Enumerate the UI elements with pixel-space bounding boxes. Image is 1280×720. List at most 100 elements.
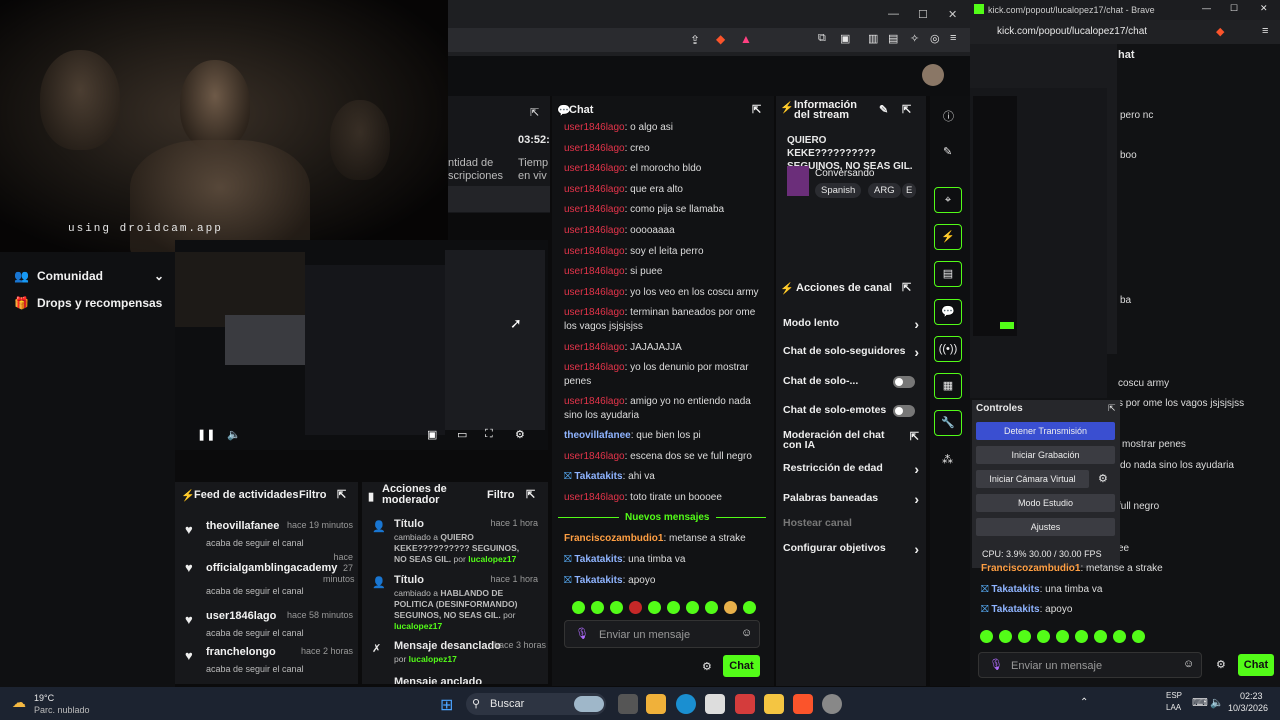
chat-username[interactable]: user1846lago bbox=[564, 246, 625, 257]
emote-icon[interactable] bbox=[724, 601, 737, 614]
send-chat-button[interactable]: Chat bbox=[1238, 654, 1274, 676]
close-icon[interactable]: ✕ bbox=[948, 8, 957, 21]
extension-icon[interactable]: ⧉ bbox=[818, 32, 826, 45]
emote-icon[interactable] bbox=[999, 630, 1012, 643]
folder-icon[interactable] bbox=[764, 694, 784, 714]
chat-username[interactable]: user1846lago bbox=[564, 307, 625, 318]
popout-icon[interactable]: ⇱ bbox=[902, 281, 911, 294]
brave-shield-icon[interactable]: ◆ bbox=[716, 32, 725, 46]
host-channel[interactable]: Hostear canal bbox=[783, 517, 923, 529]
filter-button[interactable]: Filtro bbox=[487, 489, 515, 501]
wallet-icon[interactable]: ▤ bbox=[888, 32, 898, 45]
emote-icon[interactable] bbox=[1132, 630, 1145, 643]
close-icon[interactable]: ✕ bbox=[1260, 3, 1268, 14]
chat-username[interactable]: Takatakits bbox=[574, 575, 622, 586]
bolt-icon[interactable]: ⚡ bbox=[934, 224, 962, 250]
emote-icon[interactable] bbox=[705, 601, 718, 614]
chat-username[interactable]: user1846lago bbox=[564, 451, 625, 462]
chat-icon[interactable]: 💬 bbox=[934, 299, 962, 325]
emote-icon[interactable] bbox=[572, 601, 585, 614]
notes-icon[interactable]: ▤ bbox=[934, 261, 962, 287]
chat-username[interactable]: user1846lago bbox=[564, 225, 625, 236]
more-icon[interactable]: ⁂ bbox=[942, 453, 953, 466]
tray-chevron-icon[interactable]: ⌃ bbox=[1080, 697, 1088, 708]
popout-icon[interactable]: ⇱ bbox=[1108, 403, 1116, 414]
popout-icon[interactable]: ⇱ bbox=[337, 488, 346, 501]
popout-icon[interactable]: ⇱ bbox=[902, 103, 911, 116]
language[interactable]: ESP bbox=[1166, 691, 1182, 700]
brave-shield-icon[interactable]: ◆ bbox=[1216, 25, 1224, 38]
ai-moderation[interactable]: Moderación del chat con IA ⇱ bbox=[783, 430, 919, 451]
emote-icon[interactable] bbox=[610, 601, 623, 614]
chat-username[interactable]: user1846lago bbox=[564, 163, 625, 174]
emote-icon[interactable] bbox=[1113, 630, 1126, 643]
clip-icon[interactable]: ⌖ bbox=[934, 187, 962, 213]
chat-username[interactable]: Franciscozambudio1 bbox=[981, 563, 1080, 574]
maximize-icon[interactable]: ☐ bbox=[918, 8, 928, 21]
broadcast-icon[interactable]: ((•)) bbox=[934, 336, 962, 362]
studio-mode-button[interactable]: Modo Estudio bbox=[976, 494, 1115, 512]
pip-icon[interactable]: ▣ bbox=[427, 428, 437, 441]
subs-only-toggle[interactable]: Chat de solo-... bbox=[783, 375, 923, 388]
sidebar-item-comunidad[interactable]: 👥 Comunidad ⌄ bbox=[14, 269, 164, 283]
chat-username[interactable]: user1846lago bbox=[564, 122, 625, 133]
gear-icon[interactable]: ⚙ bbox=[1216, 658, 1226, 671]
pencil-icon[interactable]: ✎ bbox=[943, 145, 952, 158]
menu-icon[interactable]: ≡ bbox=[950, 32, 956, 44]
emoji-icon[interactable]: ☺ bbox=[741, 627, 752, 639]
chat-username[interactable]: Franciscozambudio1 bbox=[564, 533, 663, 544]
popout-chat-input[interactable]: 🎙 Enviar un mensaje ☺ bbox=[978, 652, 1202, 678]
chat-username[interactable]: Takatakits bbox=[991, 604, 1039, 615]
stream-preview[interactable]: ➚ ❚❚ 🔈 ▣ ▭ ⛶ ⚙ bbox=[175, 240, 548, 450]
emote-icon[interactable] bbox=[686, 601, 699, 614]
share-icon[interactable]: ⇪ bbox=[690, 33, 700, 47]
feed-username[interactable]: franchelongo bbox=[206, 646, 276, 658]
avatar[interactable] bbox=[922, 64, 944, 86]
emote-icon[interactable] bbox=[667, 601, 680, 614]
chat-input[interactable]: 🎙 Enviar un mensaje ☺ bbox=[564, 620, 760, 648]
maximize-icon[interactable]: ☐ bbox=[1230, 3, 1238, 14]
fullscreen-icon[interactable]: ⛶ bbox=[485, 428, 493, 441]
minimize-icon[interactable]: — bbox=[888, 8, 899, 20]
chat-username[interactable]: user1846lago bbox=[564, 342, 625, 353]
ai-icon[interactable]: ✧ bbox=[910, 32, 919, 45]
chat-username[interactable]: user1846lago bbox=[564, 204, 625, 215]
gear-icon[interactable]: ⚙ bbox=[702, 660, 712, 673]
slow-mode[interactable]: Modo lento › bbox=[783, 316, 923, 332]
emotes-only-toggle[interactable]: Chat de solo-emotes bbox=[783, 404, 923, 417]
mic-icon[interactable]: 🎙 bbox=[575, 627, 589, 640]
clock-time[interactable]: 02:23 bbox=[1240, 691, 1263, 701]
vpn-icon[interactable]: ◎ bbox=[930, 32, 940, 45]
language-layout[interactable]: LAA bbox=[1166, 703, 1181, 712]
edge-icon[interactable] bbox=[676, 694, 696, 714]
network-icon[interactable]: ⌨ bbox=[1192, 696, 1208, 709]
send-chat-button[interactable]: Chat bbox=[723, 655, 760, 677]
minimize-icon[interactable]: — bbox=[1202, 3, 1211, 13]
clock-date[interactable]: 10/3/2026 bbox=[1228, 703, 1268, 713]
taskbar-search[interactable]: ⚲ Buscar bbox=[466, 693, 606, 715]
wrench-icon[interactable]: 🔧 bbox=[934, 410, 962, 436]
emote-icon[interactable] bbox=[1037, 630, 1050, 643]
emote-icon[interactable] bbox=[648, 601, 661, 614]
tab-icon[interactable]: ▣ bbox=[840, 32, 850, 45]
emote-icon[interactable] bbox=[591, 601, 604, 614]
chat-username[interactable]: theovillafanee bbox=[564, 430, 631, 441]
expand-icon[interactable]: ⇱ bbox=[530, 106, 539, 119]
feed-username[interactable]: officialgamblingacademy bbox=[206, 562, 337, 574]
chat-username[interactable]: user1846lago bbox=[564, 184, 625, 195]
rewards-icon[interactable]: ▲ bbox=[740, 32, 752, 46]
emoji-icon[interactable]: ☺ bbox=[1183, 658, 1194, 670]
popout-icon[interactable]: ⇱ bbox=[526, 488, 535, 501]
chat-username[interactable]: user1846lago bbox=[564, 492, 625, 503]
filter-button[interactable]: Filtro bbox=[299, 489, 327, 501]
chat-username[interactable]: Takatakits bbox=[574, 471, 622, 482]
volume-icon[interactable]: 🔈 bbox=[227, 428, 241, 441]
layout-icon[interactable]: ▦ bbox=[934, 373, 962, 399]
chat-username[interactable]: user1846lago bbox=[564, 362, 625, 373]
chat-username[interactable]: user1846lago bbox=[564, 143, 625, 154]
pause-icon[interactable]: ❚❚ bbox=[197, 428, 215, 441]
stop-stream-button[interactable]: Detener Transmisión bbox=[976, 422, 1115, 440]
chat-username[interactable]: Takatakits bbox=[991, 584, 1039, 595]
virtual-camera-button[interactable]: Iniciar Cámara Virtual bbox=[976, 470, 1089, 488]
chat-username[interactable]: user1846lago bbox=[564, 396, 625, 407]
